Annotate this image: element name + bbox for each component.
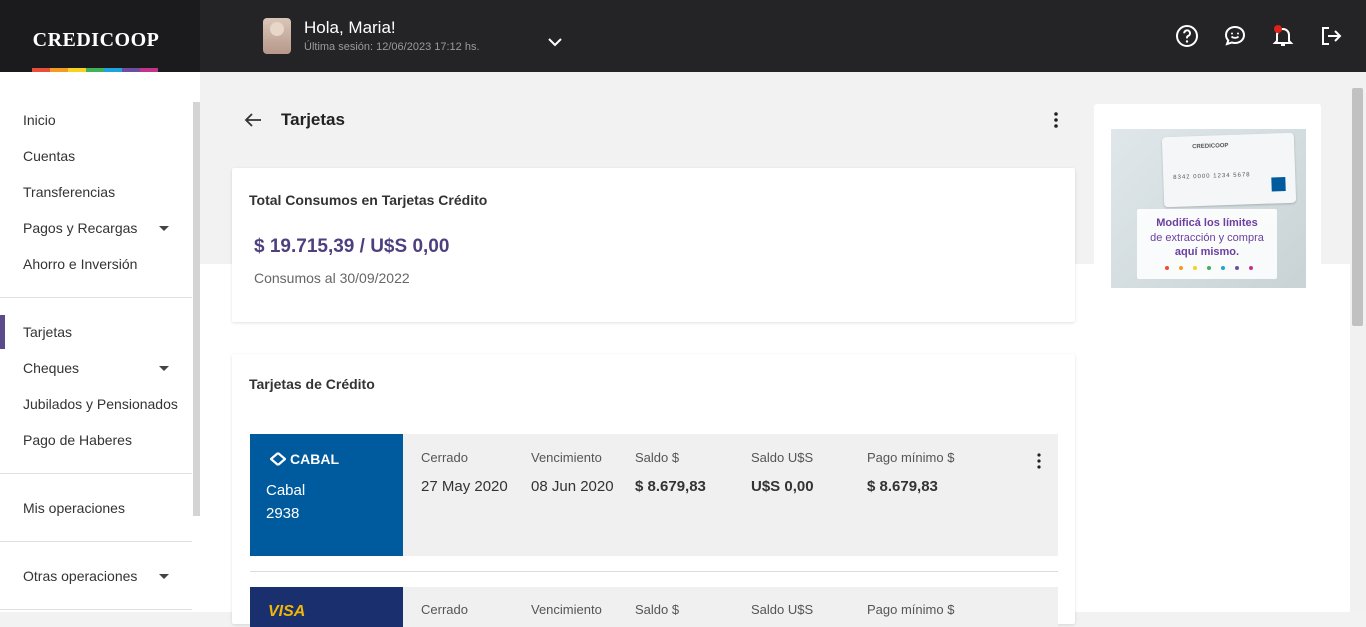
back-arrow-icon[interactable]: [243, 110, 263, 130]
caret-down-icon: [159, 366, 169, 371]
visa-logo: VISA: [268, 603, 306, 620]
column-header-pago-minimo: Pago mínimo $: [867, 602, 955, 617]
sidebar-item-label: Inicio: [23, 112, 56, 128]
sidebar-item-label: Tarjetas: [23, 324, 73, 340]
row-more-options-icon[interactable]: [1031, 451, 1047, 471]
promo-card-bank: CREDICOOP: [1192, 143, 1229, 151]
column-header-saldo-dolares: Saldo U$S: [751, 450, 814, 465]
sidebar-divider: [0, 297, 192, 298]
sidebar-item-tarjetas[interactable]: Tarjetas: [23, 324, 183, 344]
last-session: Última sesión: 12/06/2023 17:12 hs.: [304, 41, 480, 53]
promo-card-logo: [1271, 177, 1286, 192]
promo-dot: [1193, 266, 1197, 270]
sidebar-item-label: Pagos y Recargas: [23, 220, 138, 236]
column-header-saldo-dolares: Saldo U$S: [751, 602, 814, 617]
caret-down-icon: [159, 226, 169, 231]
promo-card-image: CREDICOOP 8342 0000 1234 5678: [1161, 132, 1297, 208]
chat-icon[interactable]: [1223, 24, 1247, 48]
more-options-icon[interactable]: [1048, 110, 1064, 130]
value-cerrado: 27 May 2020: [421, 478, 508, 495]
promo-dot: [1221, 266, 1225, 270]
sidebar-item-otras-operaciones[interactable]: Otras operaciones: [23, 568, 183, 588]
sidebar-divider: [0, 609, 192, 610]
sidebar-item-ahorro-inversion[interactable]: Ahorro e Inversión: [23, 256, 183, 276]
column-header-vencimiento: Vencimiento: [531, 602, 602, 617]
promo-dot: [1249, 266, 1253, 270]
sidebar-item-jubilados[interactable]: Jubilados y Pensionados: [23, 396, 183, 416]
sidebar-item-label: Jubilados y Pensionados: [23, 396, 178, 412]
promo-textbox: Modificá los límites de extracción y com…: [1137, 209, 1277, 279]
cabal-diamond-icon: [270, 452, 286, 466]
column-header-saldo-pesos: Saldo $: [635, 602, 680, 617]
value-vencimiento: 08 Jun 2020: [531, 478, 614, 495]
card-name: Cabal: [266, 482, 306, 499]
column-header-saldo-pesos: Saldo $: [635, 450, 680, 465]
credit-cards-title: Tarjetas de Crédito: [249, 376, 375, 392]
summary-subtitle: Consumos al 30/09/2022: [254, 270, 410, 286]
help-icon[interactable]: [1175, 24, 1199, 48]
summary-title: Total Consumos en Tarjetas Crédito: [249, 192, 488, 208]
promo-dot: [1207, 266, 1211, 270]
row-divider: [250, 571, 1058, 572]
sidebar-item-cuentas[interactable]: Cuentas: [23, 148, 183, 168]
value-pago-minimo: $ 8.679,83: [867, 478, 938, 495]
promo-dots: [1165, 266, 1253, 270]
value-saldo-pesos: $ 8.679,83: [635, 478, 706, 495]
cabal-logo: CABAL: [270, 451, 339, 467]
sidebar-divider: [0, 541, 192, 542]
promo-card-number: 8342 0000 1234 5678: [1173, 172, 1251, 181]
promo-banner[interactable]: CREDICOOP 8342 0000 1234 5678 Modificá l…: [1111, 129, 1306, 288]
sidebar-item-pago-haberes[interactable]: Pago de Haberes: [23, 432, 183, 452]
sidebar-item-label: Ahorro e Inversión: [23, 256, 138, 272]
brand-logo[interactable]: CREDICOOP: [0, 29, 192, 52]
top-bar: [0, 0, 1366, 72]
column-header-vencimiento: Vencimiento: [531, 450, 602, 465]
column-header-pago-minimo: Pago mínimo $: [867, 450, 955, 465]
card-brand-label: CABAL: [290, 451, 339, 467]
promo-dot: [1179, 266, 1183, 270]
sidebar-item-label: Otras operaciones: [23, 568, 138, 584]
promo-dot: [1235, 266, 1239, 270]
sidebar-item-label: Cuentas: [23, 148, 76, 164]
page-title: Tarjetas: [281, 110, 345, 129]
sidebar-item-mis-operaciones[interactable]: Mis operaciones: [23, 500, 183, 520]
column-header-cerrado: Cerrado: [421, 450, 468, 465]
promo-line-2: de extracción y compra: [1150, 232, 1264, 244]
cabal-card-tile[interactable]: CABAL Cabal 2938: [250, 434, 403, 556]
sidebar-item-label: Pago de Haberes: [23, 432, 132, 448]
notification-bell-icon[interactable]: [1271, 24, 1295, 48]
summary-amount: $ 19.715,39 / U$S 0,00: [254, 236, 450, 257]
avatar[interactable]: [263, 18, 291, 54]
sidebar-item-label: Transferencias: [23, 184, 116, 200]
column-header-cerrado: Cerrado: [421, 602, 468, 617]
sidebar-item-label: Cheques: [23, 360, 80, 376]
promo-line-3: aquí mismo.: [1174, 246, 1240, 258]
value-saldo-dolares: U$S 0,00: [751, 478, 814, 495]
logout-icon[interactable]: [1319, 24, 1343, 48]
chevron-down-icon[interactable]: [545, 32, 565, 52]
active-indicator: [0, 315, 5, 349]
sidebar-item-label: Mis operaciones: [23, 500, 125, 516]
greeting: Hola, Maria!: [304, 18, 396, 37]
sidebar-item-pagos-recargas[interactable]: Pagos y Recargas: [23, 220, 183, 240]
sidebar-item-cheques[interactable]: Cheques: [23, 360, 183, 380]
promo-dot: [1165, 266, 1169, 270]
card-number: 2938: [266, 505, 300, 522]
brand-area: CREDICOOP: [0, 0, 200, 72]
caret-down-icon: [159, 574, 169, 579]
sidebar-scrollbar[interactable]: [193, 102, 200, 516]
sidebar-divider: [0, 473, 192, 474]
sidebar-item-transferencias[interactable]: Transferencias: [23, 184, 183, 204]
page-scrollbar-thumb[interactable]: [1352, 88, 1363, 326]
promo-line-1: Modificá los límites: [1156, 217, 1258, 229]
sidebar-item-inicio[interactable]: Inicio: [23, 112, 183, 132]
